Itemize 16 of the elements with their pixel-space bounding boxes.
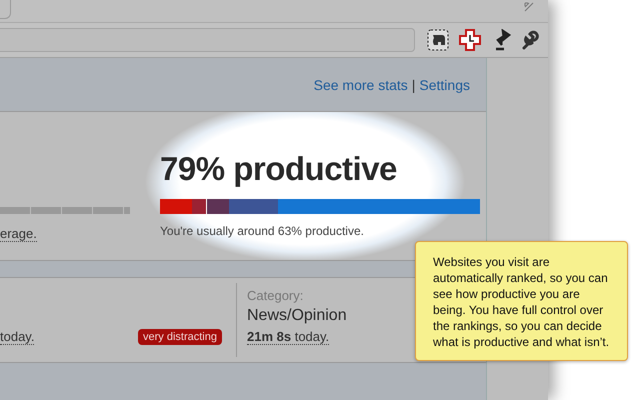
wrench-icon[interactable] (520, 30, 540, 50)
average-note: You're usually around 63% productive. (160, 224, 365, 238)
clock-icon[interactable] (458, 28, 482, 52)
category-label: Category: (247, 288, 304, 303)
tooltip: Websites you visit are automatically ranked, so you can see how productive you are being. You have full control over the rankings, so you can decide what is productive and what isn’t. (415, 241, 628, 361)
site-time: today. (0, 329, 34, 345)
settings-link[interactable]: Settings (419, 76, 470, 92)
productivity-headline: 79% productive (160, 150, 398, 188)
rating-badge[interactable]: very distracting (138, 329, 222, 345)
category-name: News/Opinion (247, 307, 347, 325)
resize-icon (524, 2, 534, 12)
more-stats-link[interactable]: See more stats (314, 76, 408, 92)
average-text: erage. (0, 226, 37, 242)
link-separator: | (412, 76, 416, 92)
category-time: 21m 8s today. (247, 329, 330, 345)
address-field[interactable] (0, 28, 415, 52)
